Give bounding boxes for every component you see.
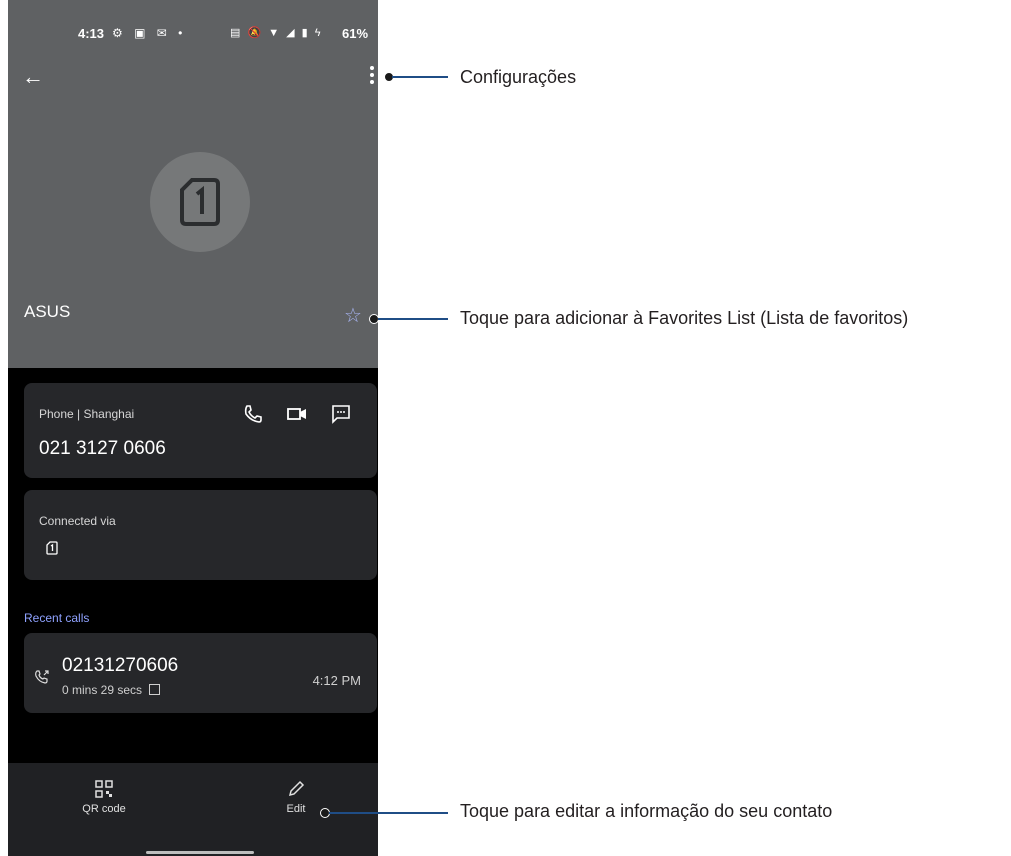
notification-icons: ⚙ ▣ ✉ • bbox=[112, 26, 187, 40]
edit-label: Edit bbox=[286, 803, 306, 815]
recent-call-duration: 0 mins 29 secs bbox=[62, 683, 161, 697]
recent-calls-header: Recent calls bbox=[24, 611, 90, 625]
phone-screen: 4:13 ⚙ ▣ ✉ • ▤ 🔕 ▼ ◢ ▮ ϟ 61% ← ASUS ☆ Ph… bbox=[8, 0, 378, 856]
call-duration-text: 0 mins 29 secs bbox=[62, 683, 143, 697]
connected-via-card: Connected via bbox=[24, 490, 377, 580]
back-arrow-icon[interactable]: ← bbox=[22, 64, 44, 90]
edit-button[interactable]: Edit bbox=[266, 779, 326, 815]
message-icon[interactable] bbox=[330, 403, 352, 425]
qr-code-label: QR code bbox=[82, 803, 126, 815]
status-bar: 4:13 ⚙ ▣ ✉ • ▤ 🔕 ▼ ◢ ▮ ϟ 61% bbox=[8, 26, 378, 46]
phone-call-icon[interactable] bbox=[242, 403, 264, 425]
battery-percent: 61% bbox=[342, 26, 369, 41]
phone-number: 021 3127 0606 bbox=[39, 438, 166, 459]
recorded-icon bbox=[149, 684, 161, 695]
recent-call-item[interactable]: 02131270606 0 mins 29 secs 4:12 PM bbox=[24, 633, 377, 713]
sim-card-icon bbox=[180, 178, 220, 226]
settings-annotation: Configurações bbox=[460, 67, 577, 87]
phone-label: Phone | Shanghai bbox=[39, 407, 135, 421]
outgoing-call-icon bbox=[35, 670, 49, 684]
video-call-icon[interactable] bbox=[286, 403, 308, 425]
qr-code-button[interactable]: QR code bbox=[74, 779, 134, 815]
recent-call-number: 02131270606 bbox=[62, 655, 179, 676]
edit-callout-line bbox=[329, 812, 448, 814]
recent-call-time: 4:12 PM bbox=[312, 673, 361, 688]
pencil-icon bbox=[288, 780, 305, 797]
home-indicator[interactable] bbox=[146, 851, 254, 854]
system-status-icons: ▤ 🔕 ▼ ◢ ▮ ϟ bbox=[230, 27, 323, 39]
contact-header: 4:13 ⚙ ▣ ✉ • ▤ 🔕 ▼ ◢ ▮ ϟ 61% ← ASUS ☆ bbox=[8, 0, 378, 368]
status-time: 4:13 bbox=[78, 26, 105, 41]
contact-name: ASUS bbox=[24, 302, 71, 321]
more-options-icon[interactable] bbox=[370, 66, 376, 88]
favorites-callout-line bbox=[378, 318, 448, 320]
favorite-star-icon[interactable]: ☆ bbox=[344, 306, 362, 326]
settings-callout-line bbox=[392, 76, 448, 78]
contact-avatar bbox=[150, 152, 250, 252]
edit-annotation: Toque para editar a informação do seu co… bbox=[460, 801, 833, 821]
sim-card-icon bbox=[46, 541, 58, 555]
favorites-annotation: Toque para adicionar à Favorites List (L… bbox=[460, 308, 909, 328]
qr-code-icon bbox=[95, 780, 113, 798]
phone-number-card[interactable]: Phone | Shanghai 021 3127 0606 bbox=[24, 383, 377, 478]
connected-via-label: Connected via bbox=[39, 514, 116, 528]
